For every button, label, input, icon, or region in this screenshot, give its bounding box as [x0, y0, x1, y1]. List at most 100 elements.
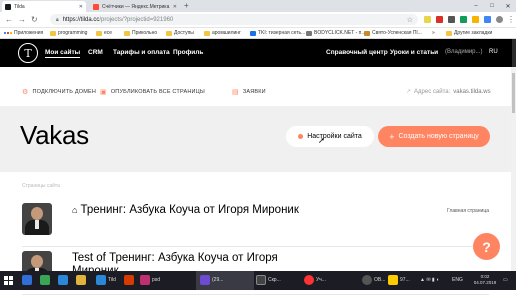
nav-my-sites[interactable]: Мои сайты: [45, 49, 81, 58]
taskbar-app-icon[interactable]: [388, 275, 398, 285]
windows-start-icon[interactable]: [4, 276, 13, 285]
bookmark-site[interactable]: Свято-Успенская Пl...: [364, 30, 422, 36]
pages-section-label: Страницы сайта: [22, 183, 60, 189]
taskbar-app-icon[interactable]: [124, 275, 134, 285]
site-settings-label: Настройки сайта: [307, 133, 362, 140]
bookmark-folder[interactable]: ece: [96, 30, 112, 36]
language-switch[interactable]: RU: [489, 49, 498, 55]
maximize-icon[interactable]: □: [484, 0, 500, 12]
create-page-label: Создать новую страницу: [398, 133, 479, 140]
bookmark-star-icon[interactable]: ☆: [407, 16, 413, 24]
close-window-icon[interactable]: ✕: [500, 0, 516, 12]
connect-domain-link[interactable]: ⚙ ПОДКЛЮЧИТЬ ДОМЕН: [22, 88, 96, 96]
forward-arrow-icon[interactable]: →: [18, 15, 26, 24]
other-bookmarks[interactable]: Другие закладки: [446, 30, 492, 36]
bookmark-label: Приложения: [14, 30, 44, 36]
create-page-button[interactable]: + Создать новую страницу: [378, 126, 490, 147]
taskbar-app-icon[interactable]: [362, 275, 372, 285]
folder-icon: [166, 30, 172, 36]
taskbar-app-label: Скр...: [268, 277, 281, 283]
bookmark-folder[interactable]: аромшилинг: [204, 30, 241, 36]
bookmarks-overflow[interactable]: »: [432, 30, 435, 36]
site-address-link[interactable]: vakas.tilda.ws: [453, 89, 490, 95]
tab-tilda[interactable]: Tilda ✕: [2, 1, 86, 12]
tray-language[interactable]: ENG: [452, 277, 463, 283]
minimize-icon[interactable]: –: [468, 0, 484, 12]
notifications-icon[interactable]: ▭: [503, 277, 508, 283]
nav-profile[interactable]: Профиль: [173, 49, 203, 56]
extension-icon[interactable]: [484, 16, 491, 23]
page-row[interactable]: ⌂ Тренинг: Азбука Коуча от Игоря Мироник …: [22, 203, 489, 247]
reload-icon[interactable]: ↻: [31, 15, 38, 24]
menu-dots-icon[interactable]: ⋮: [507, 15, 515, 24]
bookmark-site[interactable]: TKI: тизерная сеть...: [250, 30, 305, 36]
windows-taskbar: Tild psd (29... Скр... Уч... ОВ... 97...…: [0, 271, 516, 290]
profile-avatar[interactable]: [496, 16, 503, 23]
tilda-header: T Мои сайты CRM Тарифы и оплата Профиль …: [0, 39, 516, 67]
lock-icon: 🔒︎: [56, 16, 59, 23]
extension-icon[interactable]: [424, 16, 431, 23]
taskbar-app-icon[interactable]: [256, 275, 266, 285]
taskbar-app-icon[interactable]: [58, 275, 68, 285]
leads-label: ЗАЯВКИ: [242, 89, 266, 95]
new-tab-button[interactable]: +: [184, 2, 189, 10]
taskbar-app-icon[interactable]: [140, 275, 150, 285]
bookmark-label: Доступы: [174, 30, 194, 36]
nav-lessons[interactable]: Уроки и статьи: [390, 49, 438, 56]
taskbar-app-label: Уч...: [316, 277, 326, 283]
publish-all-label: ОПУБЛИКОВАТЬ ВСЕ СТРАНИЦЫ: [110, 89, 206, 95]
connect-domain-label: ПОДКЛЮЧИТЬ ДОМЕН: [32, 89, 97, 95]
url-bar[interactable]: 🔒︎ https://tilda.cc/projects/?projectid=…: [50, 14, 418, 25]
page-title-block[interactable]: ⌂ Тренинг: Азбука Коуча от Игоря Мироник: [72, 204, 302, 217]
bookmark-folder[interactable]: programming: [50, 30, 87, 36]
plus-icon: +: [389, 131, 395, 142]
bookmarks-bar: Приложения programming ece Прикольно Дос…: [0, 28, 516, 39]
page-scrollbar[interactable]: [511, 67, 516, 271]
close-tab-icon[interactable]: ✕: [79, 4, 83, 10]
bookmark-folder[interactable]: Прикольно: [124, 30, 157, 36]
taskbar-app-icon[interactable]: [304, 275, 314, 285]
taskbar-app-icon[interactable]: [200, 275, 210, 285]
taskbar-app-label: ОВ...: [374, 277, 386, 283]
bookmark-label: ece: [104, 30, 113, 36]
taskbar-app-icon[interactable]: [96, 275, 106, 285]
taskbar-app-icon[interactable]: [22, 275, 32, 285]
bookmark-site[interactable]: BODYCLICK.NET - п...: [306, 30, 366, 36]
scrollbar-thumb[interactable]: [512, 73, 515, 113]
taskbar-app-icon[interactable]: [40, 275, 50, 285]
nav-crm[interactable]: CRM: [88, 49, 103, 56]
taskbar-clock[interactable]: 0:02 04.07.2019: [470, 274, 500, 286]
user-menu[interactable]: (Владимир...): [445, 49, 483, 55]
extension-icon[interactable]: [460, 16, 467, 23]
tilda-logo-icon[interactable]: T: [18, 43, 38, 63]
taskbar-app-icon[interactable]: [76, 275, 86, 285]
bookmark-label: programming: [58, 30, 88, 36]
extension-icon[interactable]: [472, 16, 479, 23]
site-favicon-icon: [306, 30, 312, 36]
leads-link[interactable]: ▤ ЗАЯВКИ: [232, 88, 266, 96]
site-favicon-icon: [250, 30, 256, 36]
tray-icons[interactable]: ▲ ✉ ▮ ◖: [420, 277, 439, 283]
close-tab-icon[interactable]: ✕: [173, 4, 177, 10]
home-page-badge: Главная страница: [447, 208, 489, 214]
bookmark-label: TKI: тизерная сеть...: [258, 30, 306, 36]
page-title: Тренинг: Азбука Коуча от Игоря Мироник: [80, 204, 299, 216]
nav-help-center[interactable]: Справочный центр: [326, 49, 388, 56]
publish-all-link[interactable]: ▣ ОПУБЛИКОВАТЬ ВСЕ СТРАНИЦЫ: [100, 88, 205, 96]
extension-icon[interactable]: [436, 16, 443, 23]
home-icon: ⌂: [72, 205, 78, 215]
project-title: Vakas: [20, 120, 89, 150]
back-arrow-icon[interactable]: ←: [5, 15, 13, 24]
tab-yandex-metrika[interactable]: Счётчики — Яндекс.Метрика ✕: [90, 1, 180, 12]
extension-icon[interactable]: [448, 16, 455, 23]
page-thumbnail[interactable]: [22, 203, 52, 235]
folder-icon: [124, 30, 130, 36]
site-settings-button[interactable]: Настройки сайта: [286, 126, 374, 147]
publish-icon: ▣: [100, 89, 107, 96]
help-button[interactable]: ?: [473, 233, 500, 260]
bookmark-label: Свято-Успенская Пl...: [372, 30, 422, 36]
taskbar-app-label: 97...: [400, 277, 410, 283]
bookmark-apps[interactable]: Приложения: [4, 30, 43, 36]
nav-tariffs[interactable]: Тарифы и оплата: [113, 49, 170, 56]
bookmark-folder[interactable]: Доступы: [166, 30, 194, 36]
